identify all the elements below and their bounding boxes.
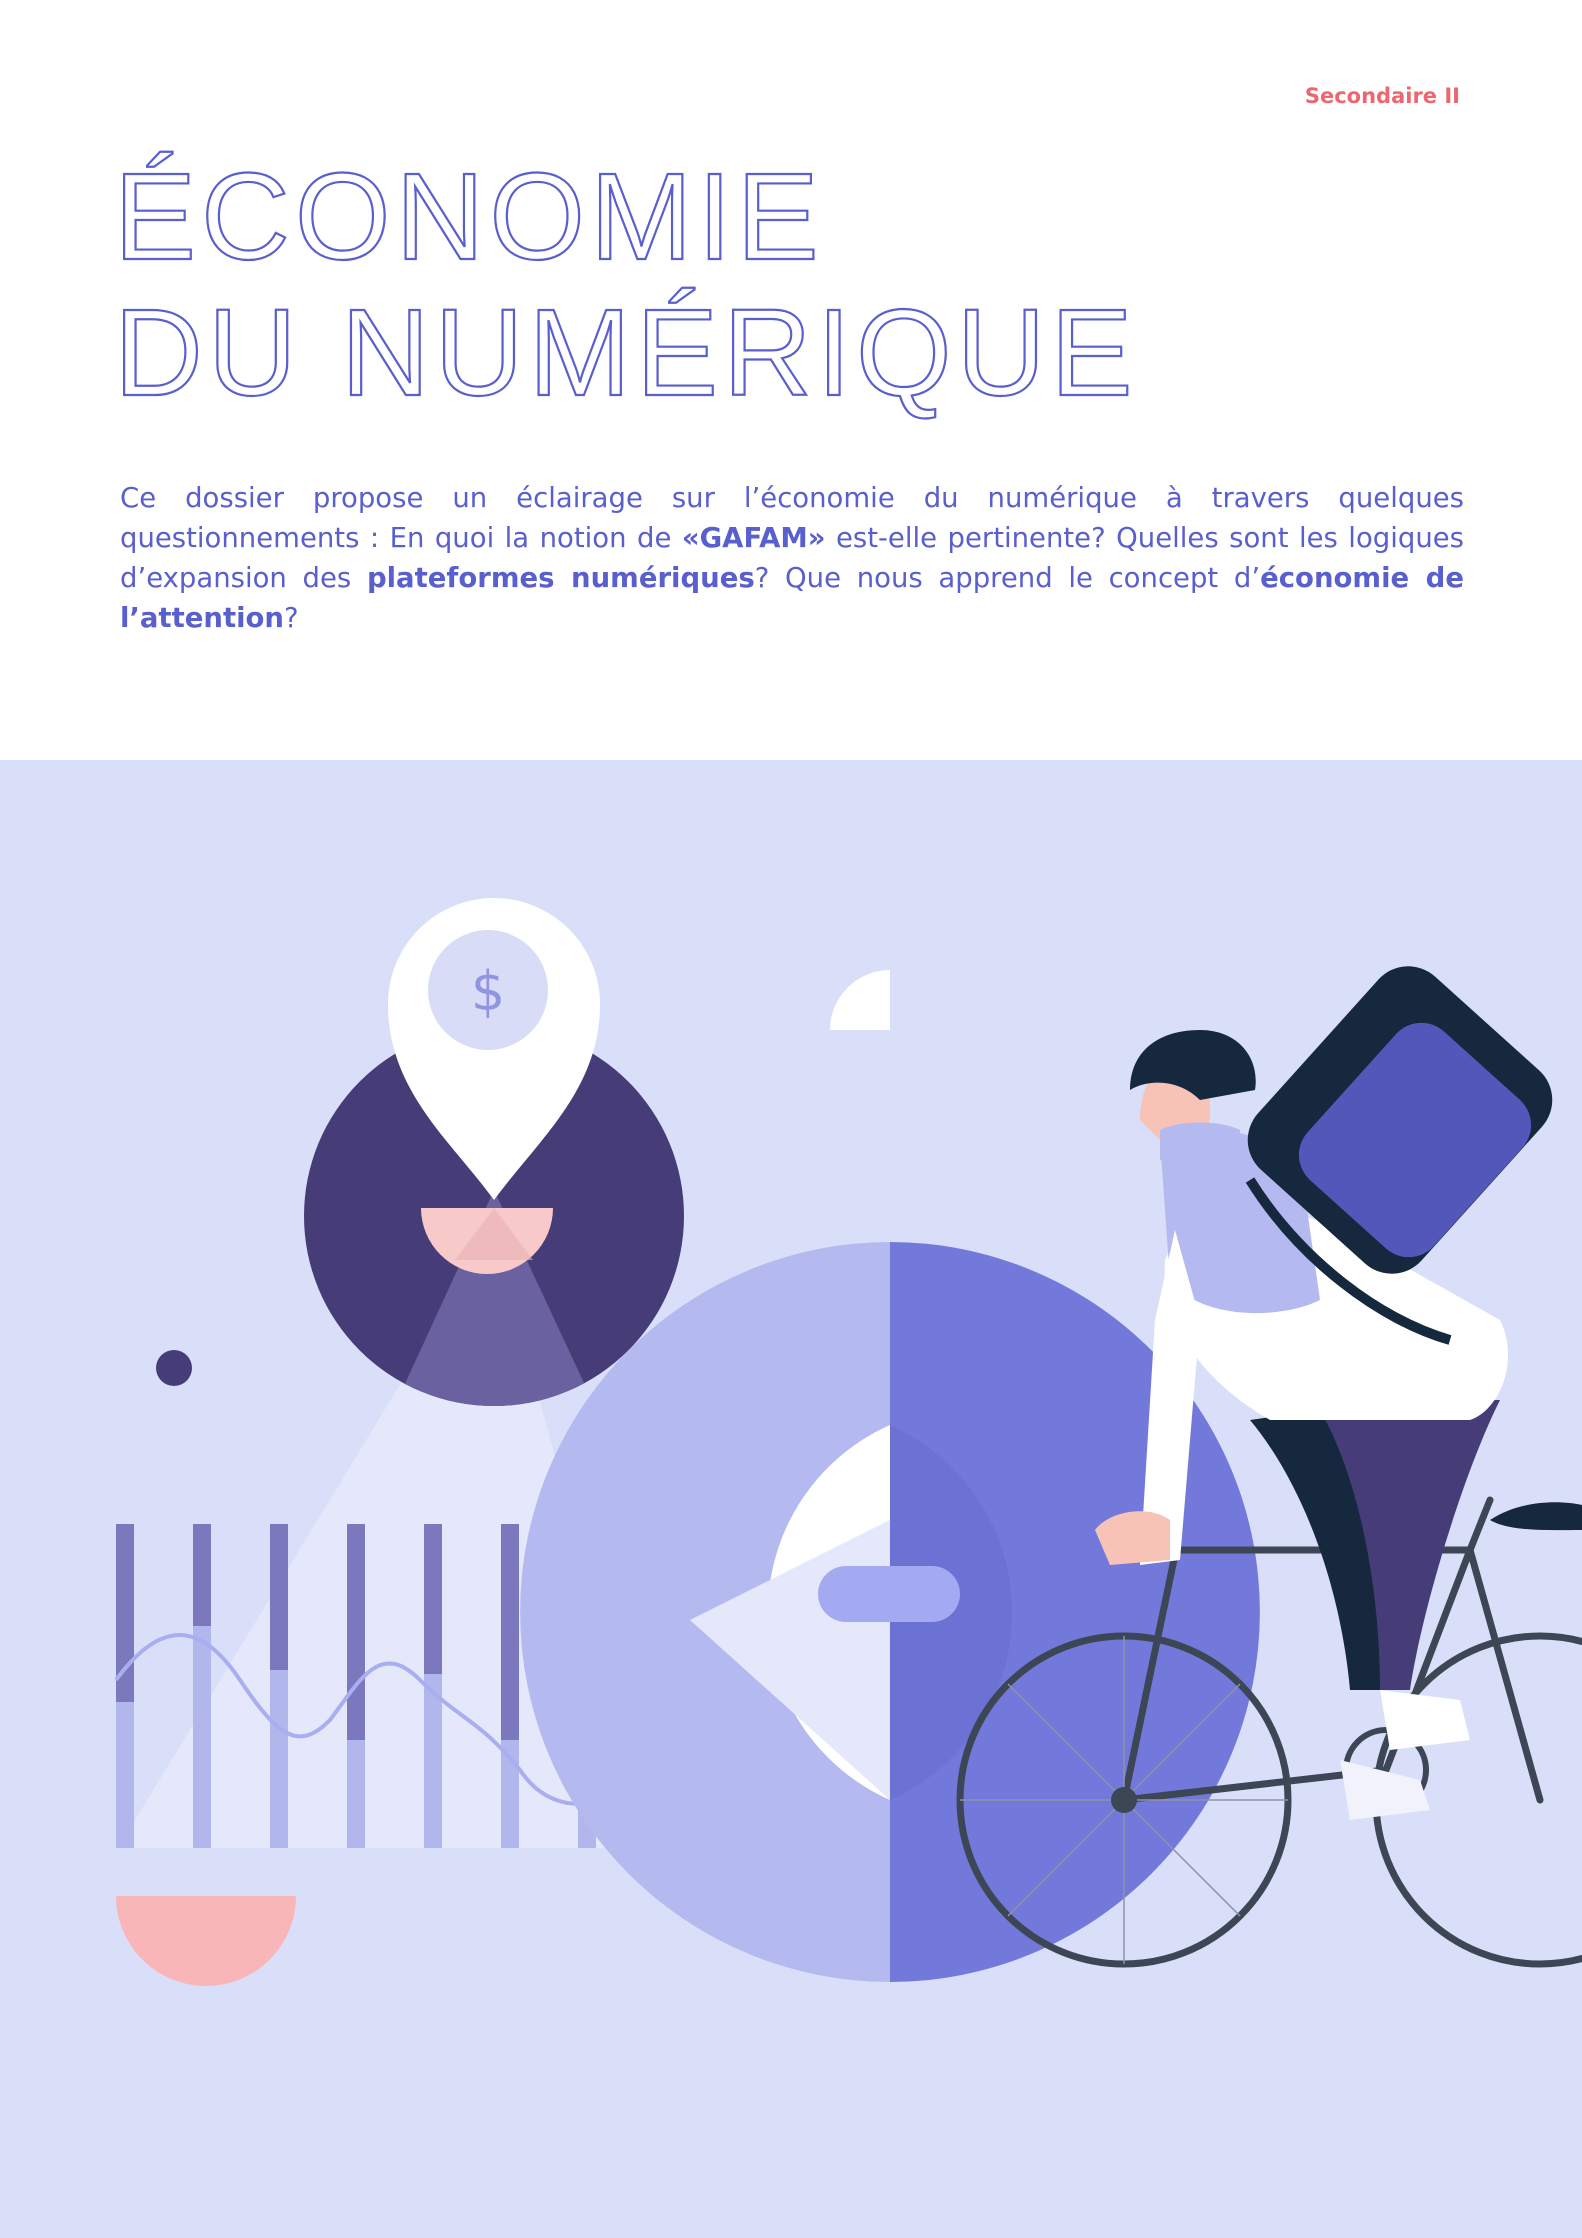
dollar-icon: $ xyxy=(471,960,505,1023)
gafam-term: «GAFAM» xyxy=(681,522,826,554)
bicycle-hub xyxy=(1111,1787,1137,1813)
intro-paragraph: Ce dossier propose un éclairage sur l’éc… xyxy=(120,478,1464,638)
title-line-1: ÉCONOMIE xyxy=(113,148,824,286)
title-line-2: DU NUMÉRIQUE xyxy=(113,284,1138,422)
digital-economy-illustration: $ xyxy=(0,760,1582,2238)
level-label: Secondaire II xyxy=(1304,84,1460,108)
platforms-term: plateformes numériques xyxy=(366,562,755,594)
decor-dot xyxy=(156,1350,192,1386)
intro-text-3: ? Que nous apprend le concept d’ xyxy=(754,562,1261,594)
intro-text-4: ? xyxy=(284,602,299,634)
big-ring xyxy=(520,1242,1260,1982)
page-title: ÉCONOMIE DU NUMÉRIQUE xyxy=(113,148,1138,422)
